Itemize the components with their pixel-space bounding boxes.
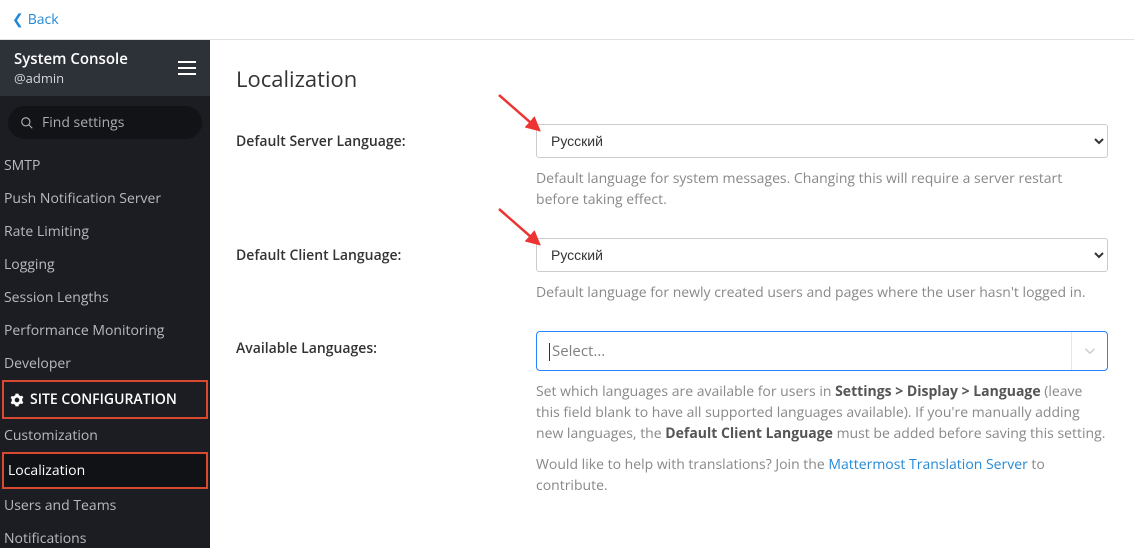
client-lang-help: Default language for newly created users… [536, 282, 1108, 303]
sidebar-item-smtp[interactable]: SMTP [0, 149, 210, 182]
sidebar-item-push[interactable]: Push Notification Server [0, 182, 210, 215]
sidebar-item-rate[interactable]: Rate Limiting [0, 215, 210, 248]
chevron-down-icon [1081, 342, 1099, 360]
client-lang-select[interactable]: Русский [536, 238, 1108, 272]
sidebar-nav: SMTP Push Notification Server Rate Limit… [0, 145, 210, 548]
available-lang-help: Set which languages are available for us… [536, 381, 1108, 444]
content: Localization Default Server Language: Ру… [210, 40, 1134, 548]
translation-server-link[interactable]: Mattermost Translation Server [828, 455, 1027, 474]
sidebar-item-perf[interactable]: Performance Monitoring [0, 314, 210, 347]
sidebar-header: System Console @admin [0, 40, 210, 96]
available-lang-help-2: Would like to help with translations? Jo… [536, 454, 1108, 496]
sidebar-item-sessions[interactable]: Session Lengths [0, 281, 210, 314]
section-head-label: SITE CONFIGURATION [30, 390, 177, 409]
sidebar-section-site-config[interactable]: SITE CONFIGURATION [4, 382, 206, 417]
cogs-icon [10, 393, 24, 407]
sidebar-item-users-teams[interactable]: Users and Teams [0, 489, 210, 522]
search-icon [20, 116, 34, 130]
console-user: @admin [14, 70, 128, 87]
sidebar: System Console @admin Find settings SMTP… [0, 40, 210, 548]
sidebar-item-customization[interactable]: Customization [0, 419, 210, 452]
search-input[interactable]: Find settings [8, 106, 202, 139]
dropdown-toggle[interactable] [1071, 332, 1107, 370]
available-lang-select[interactable]: Select... [536, 331, 1108, 371]
chevron-left-icon: ❮ [12, 10, 24, 29]
server-lang-label: Default Server Language: [236, 124, 536, 210]
sidebar-item-developer[interactable]: Developer [0, 347, 210, 380]
available-lang-label: Available Languages: [236, 331, 536, 496]
client-lang-label: Default Client Language: [236, 238, 536, 303]
menu-icon[interactable] [178, 61, 196, 75]
sidebar-item-logging[interactable]: Logging [0, 248, 210, 281]
search-placeholder: Find settings [42, 113, 124, 132]
server-lang-select[interactable]: Русский [536, 124, 1108, 158]
server-lang-help: Default language for system messages. Ch… [536, 168, 1108, 210]
console-title: System Console [14, 50, 128, 70]
page-title: Localization [236, 64, 1108, 94]
available-placeholder: Select... [552, 341, 605, 361]
back-link[interactable]: ❮ Back [0, 0, 1134, 40]
sidebar-item-localization[interactable]: Localization [4, 454, 206, 487]
back-label: Back [28, 10, 59, 29]
sidebar-item-notifications[interactable]: Notifications [0, 522, 210, 548]
